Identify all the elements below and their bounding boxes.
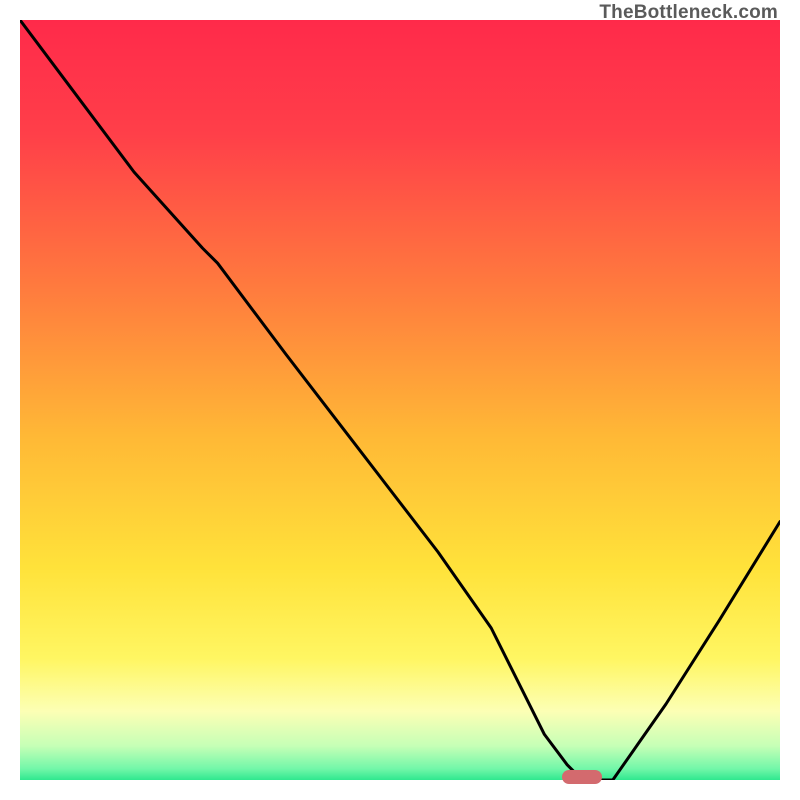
chart-frame bbox=[20, 20, 780, 780]
bottleneck-curve bbox=[20, 20, 780, 780]
optimal-marker bbox=[562, 770, 602, 784]
